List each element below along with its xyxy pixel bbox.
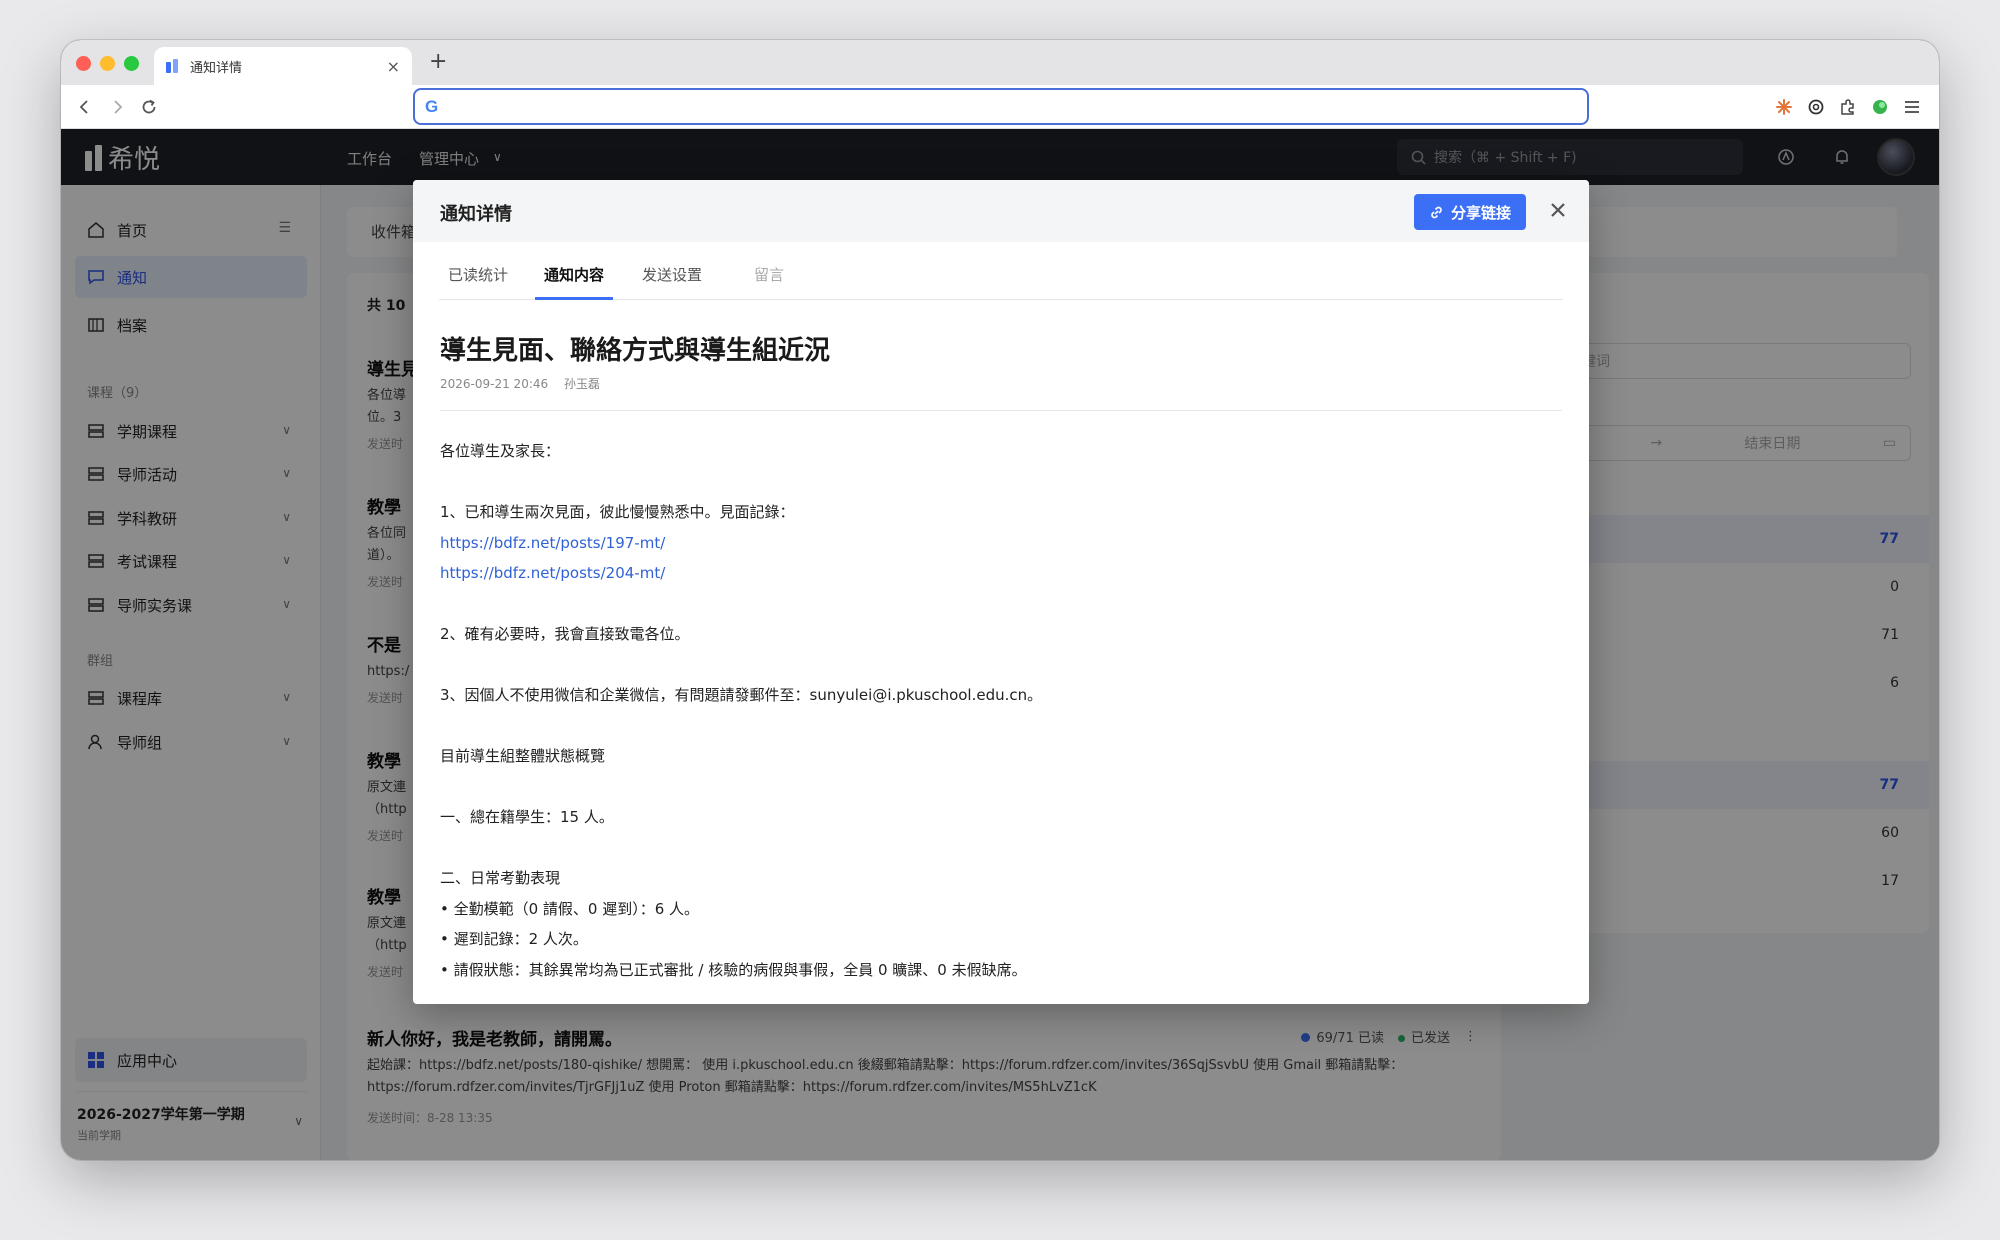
back-icon[interactable] [73,95,97,119]
notice-title: 導生見面、聯絡方式與導生組近況 [440,336,831,366]
reload-icon[interactable] [137,95,161,119]
link-icon [1431,206,1442,218]
notice-paragraph [440,650,1560,681]
openai-extension-icon[interactable] [1806,97,1826,117]
notice-paragraph: 2、確有必要時，我會直接致電各位。 [440,625,690,643]
modal-header: 通知详情 分享链接 [413,180,1589,242]
notice-link[interactable]: https://bdfz.net/posts/204-mt/ [440,558,1560,589]
browser-tab[interactable]: 通知详情 × [154,47,412,85]
forward-icon[interactable] [105,95,129,119]
notice-paragraph: 二、日常考勤表現 [440,869,561,887]
divider [440,410,1562,411]
google-icon: G [425,96,439,116]
address-bar[interactable]: G [413,88,1589,125]
notice-paragraph: 一、總在籍學生：15 人。 [440,808,614,826]
notice-paragraph: 各位導生及家長： [440,442,561,460]
tab-comments[interactable]: 留言 [745,264,793,300]
notice-paragraph: • 請假狀態：其餘異常均為已正式審批 / 核驗的病假與事假，全員 0 曠課、0 … [440,960,1027,979]
window-minimize-button[interactable] [100,56,115,71]
notice-author: 孙玉磊 [563,377,600,391]
notice-paragraph [440,772,1560,803]
tab-send-settings[interactable]: 发送设置 [633,264,711,300]
notice-paragraph [440,711,1560,742]
browser-window: 通知详情 × + G 希悦 工作台 管理中心 ∨ 搜索（⌘ + Shift + … [61,40,1939,1160]
notice-detail-modal: 通知详情 分享链接 已读统计 通知内容 发送设置 留言 導生見面、聯絡方式與導生… [413,180,1589,1004]
window-zoom-button[interactable] [124,56,139,71]
notice-time: 2026-09-21 20:46 [440,377,549,391]
share-link-label: 分享链接 [1450,203,1511,222]
tab-title: 通知详情 [190,60,243,76]
notice-body: 各位導生及家長： 1、已和導生兩次見面，彼此慢慢熟悉中。見面記錄： https:… [440,436,1560,985]
notice-paragraph [440,833,1560,864]
notice-paragraph: • 全勤模範（0 請假、0 遲到）：6 人。 [440,899,700,918]
tab-favicon-icon [166,59,180,73]
claude-extension-icon[interactable] [1774,97,1794,117]
notice-paragraph: 1、已和導生兩次見面，彼此慢慢熟悉中。見面記錄： [440,503,795,521]
share-link-button[interactable]: 分享链接 [1414,194,1526,230]
menu-icon[interactable] [1902,97,1922,117]
notice-paragraph: 3、因個人不使用微信和企業微信，有問題請發郵件至：sunyulei@i.pkus… [440,686,1043,704]
profile-extension-icon[interactable] [1870,97,1890,117]
new-tab-button[interactable]: + [429,50,447,74]
puzzle-extension-icon[interactable] [1838,97,1858,117]
browser-toolbar: G [61,85,1939,129]
notice-paragraph: 目前導生組整體狀態概覽 [440,747,606,765]
tab-read-stats[interactable]: 已读统计 [439,264,517,300]
tab-close-icon[interactable]: × [387,57,400,76]
tab-notice-content[interactable]: 通知内容 [535,264,614,300]
window-close-button[interactable] [76,56,91,71]
modal-title: 通知详情 [440,204,512,225]
modal-tab-bar: 已读统计 通知内容 发送设置 留言 [439,242,1563,300]
notice-link[interactable]: https://bdfz.net/posts/197-mt/ [440,528,1560,559]
notice-paragraph [440,589,1560,620]
notice-paragraph: • 遲到記錄：2 人次。 [440,930,588,948]
browser-titlebar: 通知详情 × + [61,40,1939,85]
notice-paragraph [440,467,1560,498]
close-icon[interactable] [1544,196,1572,224]
notice-meta: 2026-09-21 20:46 孙玉磊 [440,375,600,392]
